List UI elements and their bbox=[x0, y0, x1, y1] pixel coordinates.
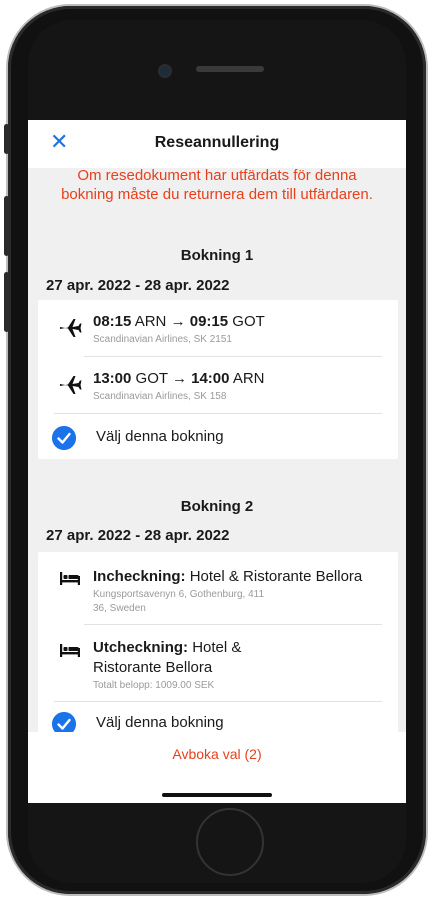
date-range: 27 apr. 2022 - 28 apr. 2022 bbox=[46, 527, 230, 544]
checkin-text: Incheckning: Hotel & Ristorante Bellora bbox=[93, 568, 363, 585]
booking-card: 08:15 ARN → 09:15 GOT Scandinavian Airli… bbox=[38, 300, 398, 459]
select-booking-label: Välj denna bokning bbox=[96, 714, 224, 731]
footer-bar: Avboka val (2) bbox=[28, 732, 406, 803]
flight-row: 08:15 ARN → 09:15 GOT Scandinavian Airli… bbox=[38, 300, 398, 356]
total-amount: Totalt belopp: 1009.00 SEK bbox=[93, 680, 215, 691]
home-button[interactable] bbox=[196, 808, 264, 876]
flight-route: 08:15 ARN → 09:15 GOT bbox=[93, 313, 265, 330]
checkout-hotel-name: Ristorante Bellora bbox=[93, 659, 213, 676]
airplane-icon bbox=[60, 319, 82, 337]
flight-airline: Scandinavian Airlines, SK 158 bbox=[93, 391, 227, 402]
cancel-selected-button[interactable]: Avboka val (2) bbox=[28, 746, 406, 762]
mute-switch bbox=[4, 124, 9, 154]
speaker-grille bbox=[196, 66, 264, 72]
checkmark-icon[interactable] bbox=[52, 426, 76, 450]
flight-route: 13:00 GOT → 14:00 ARN bbox=[93, 370, 265, 387]
bed-icon bbox=[60, 572, 80, 585]
airplane-icon bbox=[60, 376, 82, 394]
booking-title: Bokning 2 bbox=[180, 498, 254, 515]
bed-icon bbox=[60, 644, 80, 657]
volume-up-button bbox=[4, 196, 9, 256]
checkout-text: Utcheckning: Hotel & bbox=[93, 639, 242, 656]
camera-icon bbox=[158, 64, 172, 78]
page-title: Reseannullering bbox=[154, 134, 280, 151]
booking-card: Incheckning: Hotel & Ristorante Bellora … bbox=[38, 552, 398, 752]
flight-row: 13:00 GOT → 14:00 ARN Scandinavian Airli… bbox=[38, 357, 398, 413]
home-indicator bbox=[162, 793, 272, 797]
hotel-address: 36, Sweden bbox=[93, 603, 146, 614]
select-booking-row[interactable]: Välj denna bokning bbox=[38, 414, 398, 459]
hotel-row: Incheckning: Hotel & Ristorante Bellora … bbox=[38, 552, 398, 624]
header-bar: ✕ Reseannullering bbox=[28, 120, 406, 168]
hotel-row: Utcheckning: Hotel & Ristorante Bellora … bbox=[38, 625, 398, 701]
booking-title: Bokning 1 bbox=[180, 247, 254, 264]
select-booking-label: Välj denna bokning bbox=[96, 428, 224, 445]
warning-text: Om resedokument har utfärdats för denna … bbox=[61, 167, 373, 203]
date-range: 27 apr. 2022 - 28 apr. 2022 bbox=[46, 277, 230, 294]
flight-airline: Scandinavian Airlines, SK 2151 bbox=[93, 334, 232, 345]
volume-down-button bbox=[4, 272, 9, 332]
screen: ✕ Reseannullering Om resedokument har ut… bbox=[28, 120, 406, 803]
hotel-address: Kungsportsavenyn 6, Gothenburg, 411 bbox=[93, 589, 265, 600]
